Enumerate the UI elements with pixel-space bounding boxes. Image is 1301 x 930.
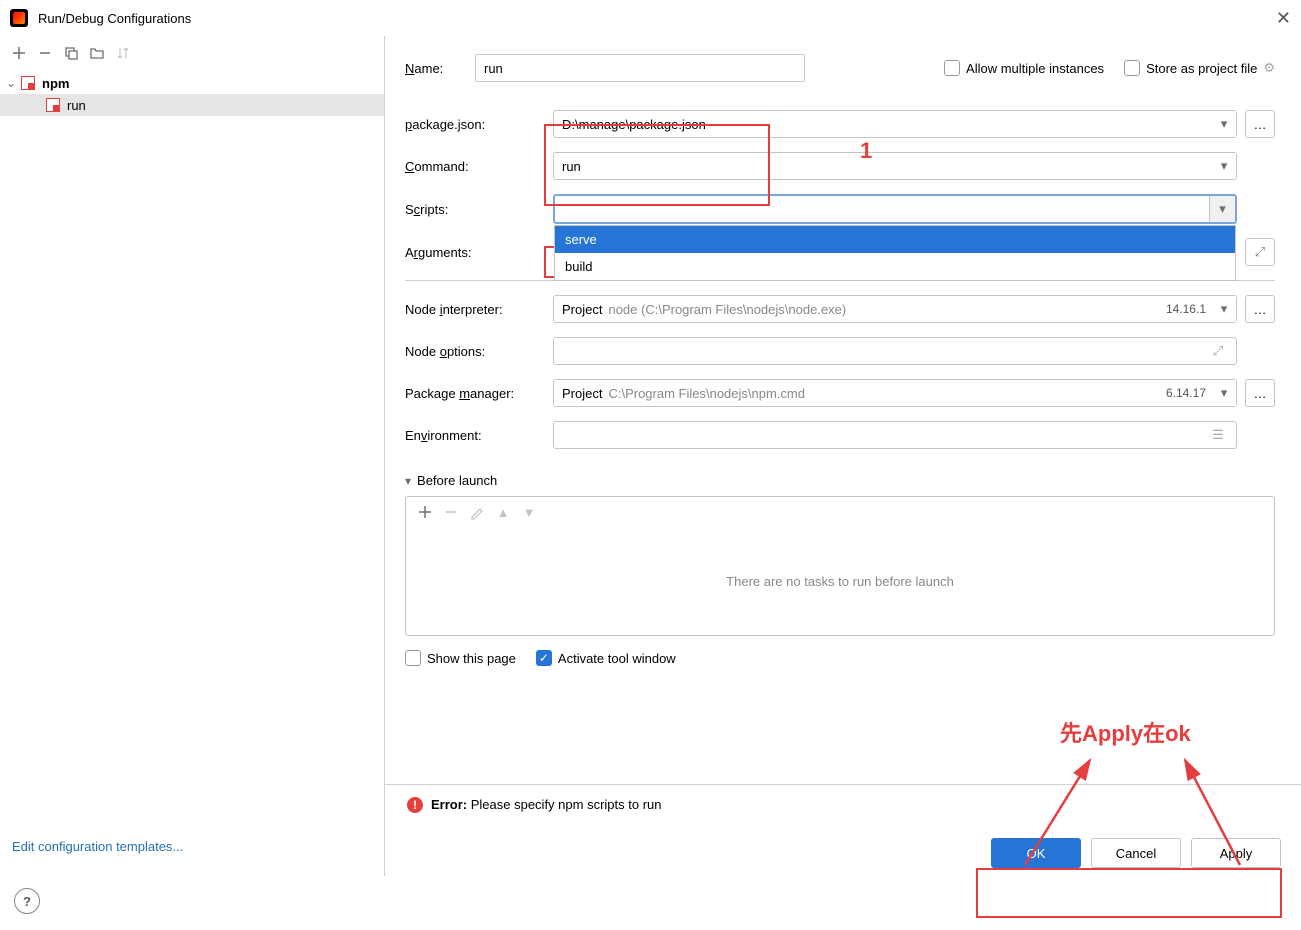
scripts-option-serve[interactable]: serve (555, 226, 1235, 253)
environment-input[interactable]: ☰ (553, 421, 1237, 449)
window-title: Run/Debug Configurations (38, 11, 1276, 26)
browse-button[interactable]: … (1245, 110, 1275, 138)
npm-icon (46, 98, 60, 112)
ok-button[interactable]: OK (991, 838, 1081, 868)
gear-icon[interactable]: ⚙ (1263, 60, 1275, 76)
scripts-input[interactable]: ▾ serve build (553, 194, 1237, 224)
browse-button[interactable]: … (1245, 295, 1275, 323)
sort-icon[interactable] (112, 42, 134, 64)
show-page-label: Show this page (427, 651, 516, 666)
expand-icon[interactable]: ⤢ (1245, 238, 1275, 266)
command-label: Command: (405, 159, 553, 174)
package-json-label: package.json: (405, 117, 553, 132)
app-icon (10, 9, 28, 27)
chevron-down-icon[interactable]: ▾ (1212, 153, 1236, 179)
browse-button[interactable]: … (1245, 379, 1275, 407)
config-toolbar (0, 36, 384, 70)
name-label: Name: (405, 61, 475, 76)
close-icon[interactable]: ✕ (1276, 8, 1291, 29)
edit-templates-link[interactable]: Edit configuration templates... (12, 839, 183, 854)
store-project-checkbox[interactable] (1124, 60, 1140, 76)
name-input[interactable] (475, 54, 805, 82)
folder-icon[interactable] (86, 42, 108, 64)
chevron-down-icon[interactable]: ▾ (1212, 296, 1236, 322)
package-manager-input[interactable]: Project C:\Program Files\nodejs\npm.cmd … (553, 379, 1237, 407)
apply-button[interactable]: Apply (1191, 838, 1281, 868)
show-page-checkbox[interactable] (405, 650, 421, 666)
copy-icon[interactable] (60, 42, 82, 64)
before-launch-box: ▲ ▼ There are no tasks to run before lau… (405, 496, 1275, 636)
scripts-label: Scripts: (405, 202, 553, 217)
tree-node-run[interactable]: run (0, 94, 384, 116)
chevron-down-icon[interactable]: ▾ (1209, 196, 1235, 222)
add-icon[interactable] (414, 501, 436, 523)
allow-multi-checkbox[interactable] (944, 60, 960, 76)
help-button[interactable]: ? (14, 888, 40, 914)
add-icon[interactable] (8, 42, 30, 64)
edit-icon[interactable] (466, 501, 488, 523)
node-interpreter-label: Node interpreter: (405, 302, 553, 317)
down-icon[interactable]: ▼ (518, 501, 540, 523)
store-project-label: Store as project file (1146, 61, 1257, 76)
before-launch-label: Before launch (417, 473, 497, 488)
scripts-dropdown: serve build (554, 225, 1236, 281)
up-icon[interactable]: ▲ (492, 501, 514, 523)
chevron-down-icon[interactable]: ⌄ (6, 76, 18, 90)
command-input[interactable]: run ▾ (553, 152, 1237, 180)
chevron-down-icon[interactable]: ▾ (1212, 111, 1236, 137)
error-bar: ! Error: Please specify npm scripts to r… (385, 784, 1301, 824)
environment-label: Environment: (405, 428, 553, 443)
package-json-input[interactable]: D:\manage\package.json ▾ (553, 110, 1237, 138)
tree-node-npm[interactable]: ⌄ npm (0, 72, 384, 94)
list-icon[interactable]: ☰ (1208, 422, 1228, 448)
package-manager-label: Package manager: (405, 386, 553, 401)
npm-icon (21, 76, 35, 90)
chevron-down-icon[interactable]: ▾ (405, 474, 411, 488)
allow-multi-label: Allow multiple instances (966, 61, 1104, 76)
remove-icon[interactable] (440, 501, 462, 523)
remove-icon[interactable] (34, 42, 56, 64)
scripts-option-build[interactable]: build (555, 253, 1235, 280)
chevron-down-icon[interactable]: ▾ (1212, 380, 1236, 406)
arguments-label: Arguments: (405, 245, 553, 260)
activate-tool-label: Activate tool window (558, 651, 676, 666)
node-interpreter-input[interactable]: Project node (C:\Program Files\nodejs\no… (553, 295, 1237, 323)
node-options-input[interactable]: ⤢ (553, 337, 1237, 365)
node-options-label: Node options: (405, 344, 553, 359)
activate-tool-checkbox[interactable]: ✓ (536, 650, 552, 666)
before-launch-empty: There are no tasks to run before launch (406, 527, 1274, 635)
cancel-button[interactable]: Cancel (1091, 838, 1181, 868)
expand-icon[interactable]: ⤢ (1208, 338, 1228, 364)
error-icon: ! (407, 797, 423, 813)
